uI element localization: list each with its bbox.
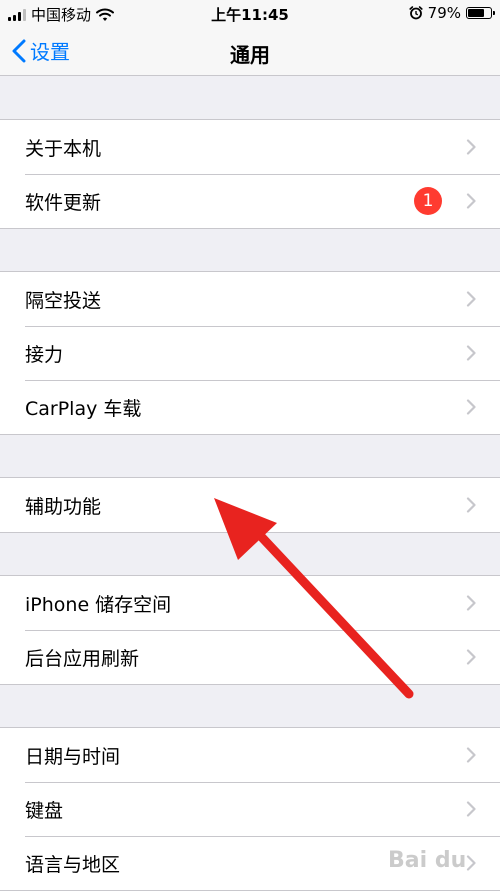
settings-row-carplay[interactable]: CarPlay 车载 <box>0 380 500 434</box>
status-bar: 中国移动 上午11:45 79% <box>0 0 500 28</box>
chevron-right-icon <box>466 497 476 513</box>
battery-icon <box>466 7 495 19</box>
settings-row-accessibility[interactable]: 辅助功能 <box>0 478 500 532</box>
settings-row-iphone-storage[interactable]: iPhone 储存空间 <box>0 576 500 630</box>
chevron-right-icon <box>466 595 476 611</box>
settings-row-date-time[interactable]: 日期与时间 <box>0 728 500 782</box>
row-label: 后台应用刷新 <box>25 647 140 670</box>
chevron-right-icon <box>466 855 476 871</box>
chevron-right-icon <box>466 345 476 361</box>
settings-row-about[interactable]: 关于本机 <box>0 120 500 174</box>
chevron-right-icon <box>466 193 476 209</box>
chevron-right-icon <box>466 139 476 155</box>
settings-row-software-update[interactable]: 软件更新 1 <box>0 174 500 228</box>
notification-badge: 1 <box>414 187 442 215</box>
settings-group-storage: iPhone 储存空间 后台应用刷新 <box>0 575 500 685</box>
row-label: 辅助功能 <box>25 495 102 518</box>
row-label: 语言与地区 <box>25 853 121 876</box>
settings-list: 关于本机 软件更新 1 隔空投送 接力 CarPlay 车载 辅助功能 iPho… <box>0 76 500 891</box>
settings-row-handoff[interactable]: 接力 <box>0 326 500 380</box>
alarm-icon <box>409 6 423 20</box>
row-label: iPhone 储存空间 <box>25 593 172 616</box>
page-title: 通用 <box>230 43 270 67</box>
row-label: 日期与时间 <box>25 745 121 768</box>
row-label: 关于本机 <box>25 137 102 160</box>
row-label: 软件更新 <box>25 191 102 214</box>
battery-fill <box>468 9 484 17</box>
chevron-right-icon <box>466 747 476 763</box>
chevron-right-icon <box>466 399 476 415</box>
battery-percent: 79% <box>427 4 461 22</box>
row-label: 键盘 <box>25 799 64 822</box>
settings-group-about: 关于本机 软件更新 1 <box>0 119 500 229</box>
row-label: 接力 <box>25 343 64 366</box>
row-label: 隔空投送 <box>25 289 102 312</box>
row-label: CarPlay 车载 <box>25 397 142 420</box>
navigation-bar: 设置 通用 <box>0 28 500 76</box>
chevron-right-icon <box>466 801 476 817</box>
settings-row-airdrop[interactable]: 隔空投送 <box>0 272 500 326</box>
chevron-right-icon <box>466 291 476 307</box>
settings-row-keyboard[interactable]: 键盘 <box>0 782 500 836</box>
settings-group-accessibility: 辅助功能 <box>0 477 500 533</box>
status-right: 79% <box>409 4 495 22</box>
settings-row-background-refresh[interactable]: 后台应用刷新 <box>0 630 500 684</box>
watermark-logo: Bai du <box>388 848 467 873</box>
chevron-right-icon <box>466 649 476 665</box>
settings-group-connectivity: 隔空投送 接力 CarPlay 车载 <box>0 271 500 435</box>
